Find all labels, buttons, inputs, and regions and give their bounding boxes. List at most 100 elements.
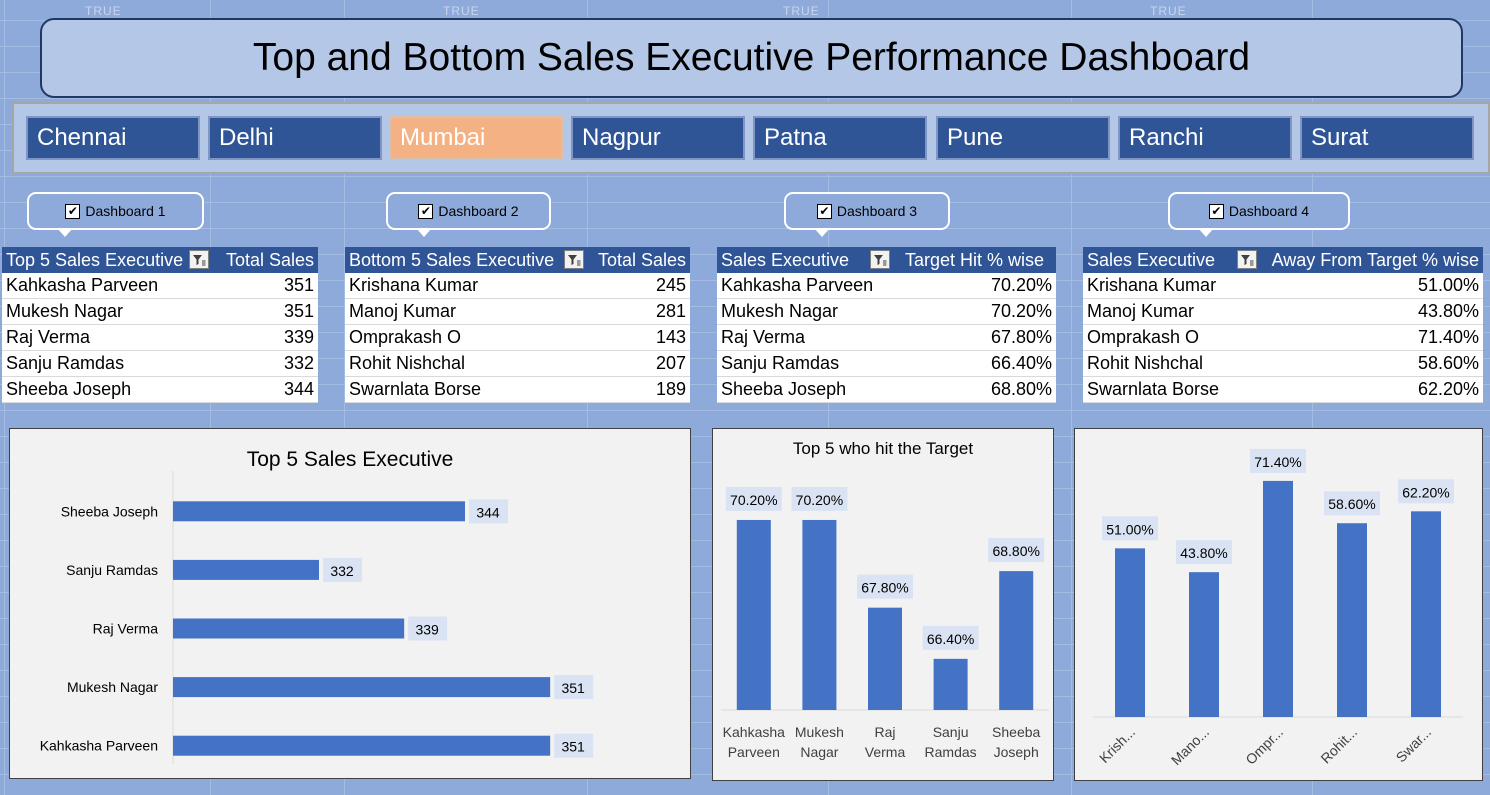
callout-dashboard-2[interactable]: ✔ Dashboard 2 — [386, 192, 551, 237]
data-label: 332 — [330, 563, 354, 579]
slicer-city-mumbai[interactable]: Mumbai — [389, 116, 563, 160]
row-name: Raj Verma — [721, 327, 806, 347]
slicer-city-chennai[interactable]: Chennai — [26, 116, 200, 160]
row-value: 66.40% — [990, 353, 1052, 373]
chart-top5-sales[interactable]: Top 5 Sales Executive Sheeba Joseph 344 San… — [9, 428, 691, 779]
bar — [173, 677, 551, 698]
table-row[interactable]: Raj Verma 339 — [2, 325, 318, 351]
chart-target-hit[interactable]: Top 5 who hit the Target 70.20% Kahkasha Pa… — [712, 428, 1054, 781]
pivot-header: Top 5 Sales Executive Total Sales — [2, 247, 318, 273]
row-name: Rohit Nishchal — [349, 353, 466, 373]
chart-target-hit-svg: Top 5 who hit the Target 70.20% Kahkasha Pa… — [721, 439, 1049, 760]
callout-dashboard-3[interactable]: ✔ Dashboard 3 — [784, 192, 950, 237]
filter-dropdown-icon[interactable] — [564, 250, 584, 269]
table-row[interactable]: Sheeba Joseph 344 — [2, 377, 318, 403]
data-label: 43.80% — [1180, 545, 1227, 561]
table-row[interactable]: Omprakash O 143 — [345, 325, 690, 351]
row-name: Kahkasha Parveen — [6, 275, 159, 295]
table-row[interactable]: Sheeba Joseph 68.80% — [717, 377, 1056, 403]
filter-dropdown-icon[interactable] — [189, 250, 209, 269]
slicer-city-patna[interactable]: Patna — [753, 116, 927, 160]
row-value: 70.20% — [990, 301, 1052, 321]
data-label: 339 — [415, 622, 439, 638]
dashboard-title-box[interactable]: Top and Bottom Sales Executive Performan… — [40, 18, 1463, 98]
pivot-col2-header: Target Hit % wise — [904, 249, 1044, 270]
table-row[interactable]: Krishana Kumar 245 — [345, 273, 690, 299]
slicer-city-nagpur[interactable]: Nagpur — [571, 116, 745, 160]
row-name: Krishana Kumar — [349, 275, 479, 295]
row-name: Kahkasha Parveen — [721, 275, 874, 295]
data-label: 68.80% — [992, 543, 1039, 559]
table-row[interactable]: Kahkasha Parveen 70.20% — [717, 273, 1056, 299]
pivot-table-target-hit: Sales Executive Target Hit % wise Kahkas… — [717, 247, 1056, 403]
category-label: Parveen — [728, 744, 780, 760]
row-value: 67.80% — [990, 327, 1052, 347]
table-row[interactable]: Rohit Nishchal 207 — [345, 351, 690, 377]
table-row[interactable]: Manoj Kumar 281 — [345, 299, 690, 325]
category-label: Ompr... — [1242, 724, 1286, 768]
cell-true-4: TRUE — [1150, 4, 1187, 18]
data-label: 70.20% — [730, 492, 777, 508]
bar — [999, 571, 1034, 710]
bar — [173, 618, 405, 639]
table-row[interactable]: Kahkasha Parveen 351 — [2, 273, 318, 299]
bar — [802, 519, 837, 710]
callout-dashboard-1[interactable]: ✔ Dashboard 1 — [27, 192, 204, 237]
chart-away-from-target[interactable]: 51.00% Krish... 43.80% Mano... 71.40% Ompr...… — [1074, 428, 1483, 781]
row-value: 351 — [283, 301, 314, 321]
callout-label: Dashboard 1 — [85, 203, 166, 219]
slicer-city-pune[interactable]: Pune — [936, 116, 1110, 160]
checkbox-checked-icon[interactable]: ✔ — [1208, 203, 1224, 219]
row-name: Sheeba Joseph — [721, 379, 847, 399]
table-row[interactable]: Omprakash O 71.40% — [1083, 325, 1483, 351]
table-row[interactable]: Manoj Kumar 43.80% — [1083, 299, 1483, 325]
category-label: Raj — [874, 724, 895, 740]
data-label: 344 — [476, 504, 500, 520]
filter-dropdown-icon[interactable] — [1237, 250, 1257, 269]
data-label: 67.80% — [861, 580, 908, 596]
category-label: Swar... — [1393, 724, 1435, 766]
chart-title: Top 5 who hit the Target — [793, 439, 973, 458]
table-row[interactable]: Sanju Ramdas 66.40% — [717, 351, 1056, 377]
pivot-table-top5: Top 5 Sales Executive Total Sales Kahkas… — [2, 247, 318, 403]
bar — [173, 559, 319, 580]
bar — [1411, 511, 1441, 717]
pivot-col1-header: Sales Executive — [721, 249, 850, 270]
slicer-city-ranchi[interactable]: Ranchi — [1118, 116, 1292, 160]
row-value: 62.20% — [1417, 379, 1479, 399]
slicer-city-delhi[interactable]: Delhi — [208, 116, 382, 160]
table-row[interactable]: Krishana Kumar 51.00% — [1083, 273, 1483, 299]
table-row[interactable]: Mukesh Nagar 70.20% — [717, 299, 1056, 325]
checkbox-checked-icon[interactable]: ✔ — [418, 203, 434, 219]
table-row[interactable]: Mukesh Nagar 351 — [2, 299, 318, 325]
data-label: 51.00% — [1106, 521, 1153, 537]
row-value: 245 — [655, 275, 686, 295]
row-value: 68.80% — [990, 379, 1052, 399]
pivot-header: Sales Executive Target Hit % wise — [717, 247, 1056, 273]
table-row[interactable]: Swarnlata Borse 62.20% — [1083, 377, 1483, 403]
row-name: Manoj Kumar — [1087, 301, 1195, 321]
checkbox-checked-icon[interactable]: ✔ — [816, 203, 832, 219]
filter-dropdown-icon[interactable] — [870, 250, 890, 269]
table-row[interactable]: Sanju Ramdas 332 — [2, 351, 318, 377]
category-label: Sheeba Joseph — [61, 503, 158, 519]
callout-label: Dashboard 3 — [836, 203, 918, 219]
row-name: Sheeba Joseph — [6, 379, 132, 399]
row-value: 351 — [283, 275, 314, 295]
table-row[interactable]: Swarnlata Borse 189 — [345, 377, 690, 403]
callout-dashboard-4[interactable]: ✔ Dashboard 4 — [1168, 192, 1350, 237]
category-label: Kahkasha Parveen — [40, 738, 158, 754]
table-row[interactable]: Raj Verma 67.80% — [717, 325, 1056, 351]
pivot-col1-header: Sales Executive — [1087, 249, 1216, 270]
row-value: 43.80% — [1417, 301, 1479, 321]
chart-top5-sales-svg: Top 5 Sales Executive Sheeba Joseph 344 San… — [40, 448, 594, 764]
slicer-city-surat[interactable]: Surat — [1300, 116, 1474, 160]
bar — [868, 607, 902, 710]
checkbox-checked-icon[interactable]: ✔ — [65, 203, 81, 219]
table-row[interactable]: Rohit Nishchal 58.60% — [1083, 351, 1483, 377]
row-value: 51.00% — [1417, 275, 1479, 295]
pivot-header: Bottom 5 Sales Executive Total Sales — [345, 247, 690, 273]
row-value: 71.40% — [1417, 327, 1479, 347]
row-name: Swarnlata Borse — [1087, 379, 1220, 399]
row-name: Krishana Kumar — [1087, 275, 1217, 295]
